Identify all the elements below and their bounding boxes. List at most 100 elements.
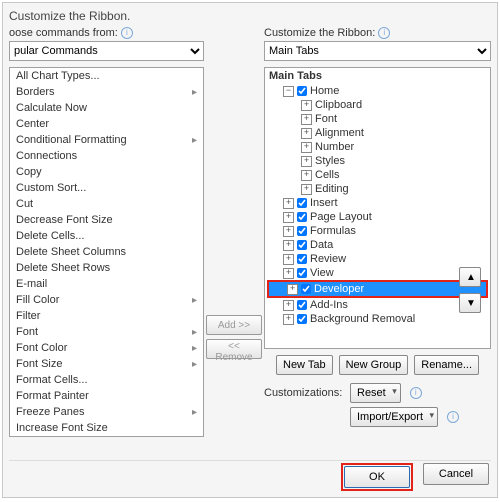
tree-item[interactable]: +Editing bbox=[265, 182, 490, 196]
ribbon-tree[interactable]: Main Tabs−Home+Clipboard+Font+Alignment+… bbox=[264, 67, 491, 349]
expand-icon[interactable]: + bbox=[287, 284, 298, 295]
submenu-icon: ▸ bbox=[192, 87, 199, 98]
tab-checkbox[interactable] bbox=[297, 226, 307, 236]
tree-item[interactable]: +Data bbox=[265, 238, 490, 252]
tree-item[interactable]: +Cells bbox=[265, 168, 490, 182]
import-export-button[interactable]: Import/Export bbox=[350, 407, 438, 427]
info-icon: i bbox=[378, 27, 390, 39]
submenu-icon: ▸ bbox=[192, 359, 199, 370]
cancel-button[interactable]: Cancel bbox=[423, 463, 489, 485]
customize-ribbon-label: Customize the Ribbon:i bbox=[264, 27, 491, 39]
tree-item[interactable]: +Review bbox=[265, 252, 490, 266]
expand-icon[interactable]: + bbox=[301, 114, 312, 125]
command-item[interactable]: Center bbox=[10, 116, 203, 132]
tab-checkbox[interactable] bbox=[297, 240, 307, 250]
expand-icon[interactable]: + bbox=[301, 100, 312, 111]
info-icon: i bbox=[121, 27, 133, 39]
command-item[interactable]: Conditional Formatting▸ bbox=[10, 132, 203, 148]
commands-listbox[interactable]: All Chart Types...Borders▸Calculate NowC… bbox=[9, 67, 204, 437]
tab-checkbox[interactable] bbox=[297, 268, 307, 278]
move-up-button[interactable]: ▲ bbox=[459, 267, 481, 287]
command-item[interactable]: Font▸ bbox=[10, 324, 203, 340]
ribbon-scope-combo[interactable]: Main Tabs bbox=[264, 41, 491, 61]
expand-icon[interactable]: + bbox=[301, 170, 312, 181]
tree-item[interactable]: +Background Removal bbox=[265, 312, 490, 326]
expand-icon[interactable]: + bbox=[301, 142, 312, 153]
expand-icon[interactable]: + bbox=[283, 198, 294, 209]
submenu-icon: ▸ bbox=[192, 295, 199, 306]
tree-item[interactable]: +Developer bbox=[269, 282, 486, 296]
ok-button[interactable]: OK bbox=[344, 466, 410, 488]
expand-icon[interactable]: + bbox=[283, 314, 294, 325]
tab-checkbox[interactable] bbox=[301, 284, 311, 294]
tree-item[interactable]: +Clipboard bbox=[265, 98, 490, 112]
command-item[interactable]: Borders▸ bbox=[10, 84, 203, 100]
tree-item[interactable]: +Font bbox=[265, 112, 490, 126]
submenu-icon: ▸ bbox=[192, 407, 199, 418]
expand-icon[interactable]: + bbox=[283, 300, 294, 311]
command-item[interactable]: E-mail bbox=[10, 276, 203, 292]
info-icon: i bbox=[447, 411, 459, 423]
command-item[interactable]: Insert Cells... bbox=[10, 436, 203, 437]
command-item[interactable]: Format Painter bbox=[10, 388, 203, 404]
tree-item[interactable]: +Alignment bbox=[265, 126, 490, 140]
command-item[interactable]: Connections bbox=[10, 148, 203, 164]
add-button[interactable]: Add >> bbox=[206, 315, 262, 335]
expand-icon[interactable]: + bbox=[301, 184, 312, 195]
expand-icon[interactable]: + bbox=[283, 226, 294, 237]
command-item[interactable]: Decrease Font Size bbox=[10, 212, 203, 228]
remove-button[interactable]: << Remove bbox=[206, 339, 262, 359]
tree-item[interactable]: −Home bbox=[265, 84, 490, 98]
command-item[interactable]: Filter bbox=[10, 308, 203, 324]
tree-item[interactable]: +Add-Ins bbox=[265, 298, 490, 312]
tab-checkbox[interactable] bbox=[297, 314, 307, 324]
customizations-label: Customizations: bbox=[264, 387, 344, 399]
expand-icon[interactable]: + bbox=[283, 254, 294, 265]
rename-button[interactable]: Rename... bbox=[414, 355, 479, 375]
tab-checkbox[interactable] bbox=[297, 198, 307, 208]
new-tab-button[interactable]: New Tab bbox=[276, 355, 333, 375]
tab-checkbox[interactable] bbox=[297, 254, 307, 264]
reset-button[interactable]: Reset bbox=[350, 383, 401, 403]
tab-checkbox[interactable] bbox=[297, 300, 307, 310]
command-item[interactable]: Fill Color▸ bbox=[10, 292, 203, 308]
command-item[interactable]: Font Color▸ bbox=[10, 340, 203, 356]
tree-item[interactable]: +Page Layout bbox=[265, 210, 490, 224]
submenu-icon: ▸ bbox=[192, 343, 199, 354]
ok-highlight: OK bbox=[341, 463, 413, 491]
expand-icon[interactable]: + bbox=[283, 268, 294, 279]
tab-checkbox[interactable] bbox=[297, 86, 307, 96]
move-down-button[interactable]: ▼ bbox=[459, 293, 481, 313]
choose-commands-combo[interactable]: pular Commands bbox=[9, 41, 204, 61]
command-item[interactable]: Calculate Now bbox=[10, 100, 203, 116]
command-item[interactable]: Format Cells... bbox=[10, 372, 203, 388]
tree-item[interactable]: +Number bbox=[265, 140, 490, 154]
expand-icon[interactable]: + bbox=[301, 156, 312, 167]
tree-item[interactable]: +Insert bbox=[265, 196, 490, 210]
tree-item[interactable]: +View bbox=[265, 266, 490, 280]
command-item[interactable]: Increase Font Size bbox=[10, 420, 203, 436]
commands-panel: oose commands from:i pular Commands All … bbox=[9, 27, 204, 437]
command-item[interactable]: Freeze Panes▸ bbox=[10, 404, 203, 420]
command-item[interactable]: Cut bbox=[10, 196, 203, 212]
command-item[interactable]: Custom Sort... bbox=[10, 180, 203, 196]
command-item[interactable]: Font Size▸ bbox=[10, 356, 203, 372]
expand-icon[interactable]: + bbox=[301, 128, 312, 139]
tree-item[interactable]: +Formulas bbox=[265, 224, 490, 238]
collapse-icon[interactable]: − bbox=[283, 86, 294, 97]
choose-commands-label: oose commands from:i bbox=[9, 27, 204, 39]
submenu-icon: ▸ bbox=[192, 135, 199, 146]
tree-header: Main Tabs bbox=[265, 68, 490, 84]
tree-item[interactable]: +Styles bbox=[265, 154, 490, 168]
command-item[interactable]: Delete Cells... bbox=[10, 228, 203, 244]
info-icon: i bbox=[410, 387, 422, 399]
expand-icon[interactable]: + bbox=[283, 212, 294, 223]
expand-icon[interactable]: + bbox=[283, 240, 294, 251]
new-group-button[interactable]: New Group bbox=[339, 355, 409, 375]
command-item[interactable]: All Chart Types... bbox=[10, 68, 203, 84]
transfer-buttons: Add >> << Remove bbox=[204, 27, 264, 437]
command-item[interactable]: Delete Sheet Rows bbox=[10, 260, 203, 276]
tab-checkbox[interactable] bbox=[297, 212, 307, 222]
command-item[interactable]: Delete Sheet Columns bbox=[10, 244, 203, 260]
command-item[interactable]: Copy bbox=[10, 164, 203, 180]
